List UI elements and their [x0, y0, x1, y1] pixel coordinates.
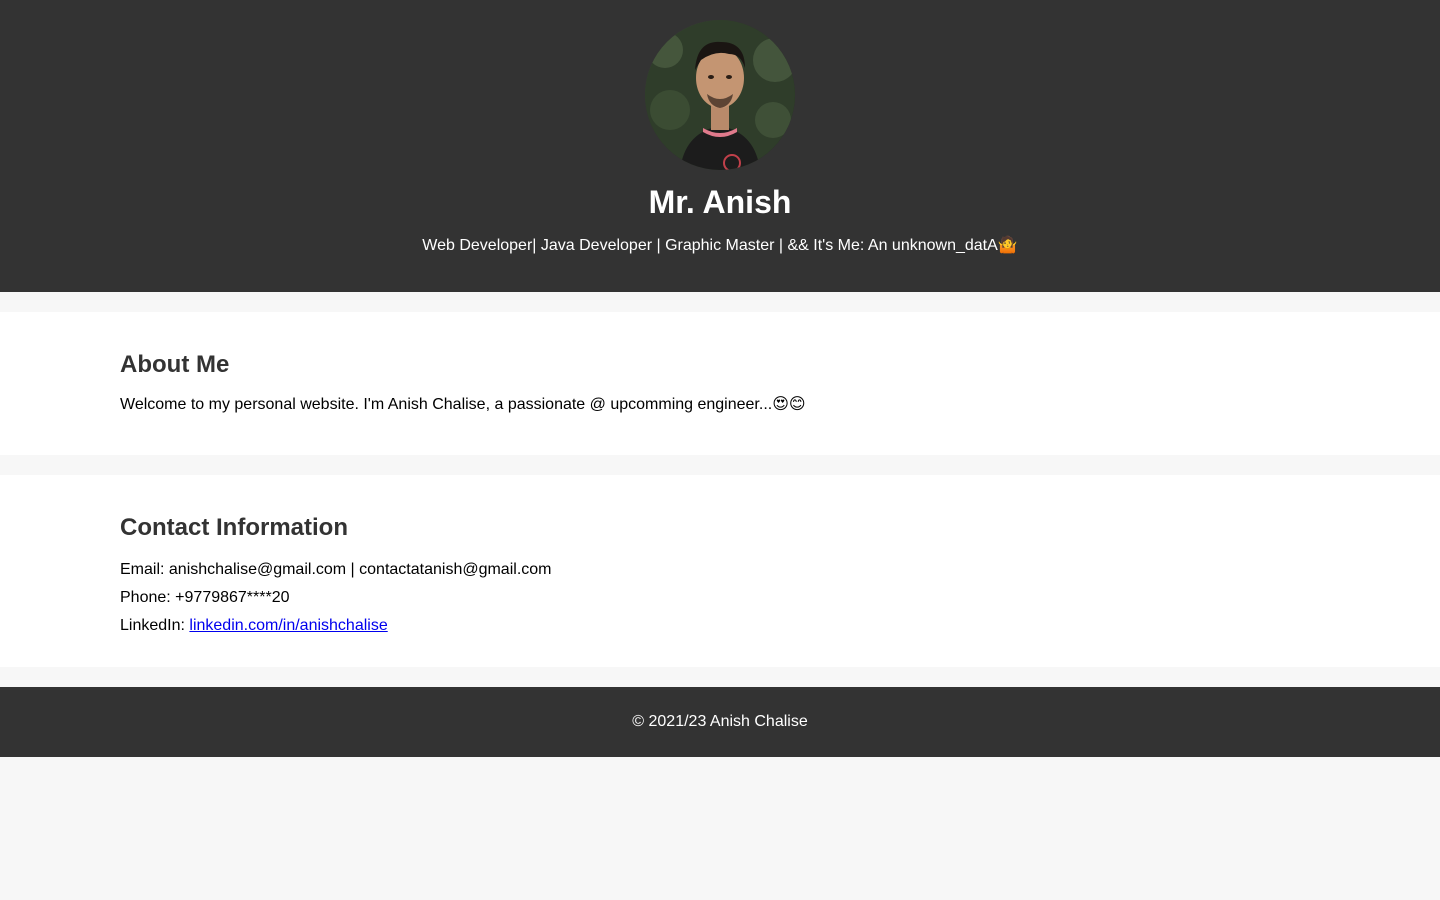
copyright-text: © 2021/23 Anish Chalise — [632, 713, 808, 730]
email-label: Email: — [120, 561, 165, 578]
avatar — [645, 20, 795, 170]
linkedin-link[interactable]: linkedin.com/in/anishchalise — [189, 617, 387, 634]
avatar-photo — [645, 20, 795, 170]
about-section: About Me Welcome to my personal website.… — [0, 312, 1440, 455]
site-header: Mr. Anish Web Developer| Java Developer … — [0, 0, 1440, 292]
email-value: anishchalise@gmail.com | contactatanish@… — [168, 561, 552, 578]
linkedin-label: LinkedIn: — [120, 617, 185, 634]
site-owner-name: Mr. Anish — [648, 184, 792, 220]
contact-section: Contact Information Email: anishchalise@… — [0, 475, 1440, 667]
contact-heading: Contact Information — [120, 514, 348, 541]
linkedin-line: LinkedIn: linkedin.com/in/anishchalise — [120, 612, 1320, 640]
phone-line: Phone: +9779867****20 — [120, 584, 1320, 612]
about-heading: About Me — [120, 351, 230, 378]
phone-label: Phone: — [120, 589, 171, 606]
about-text: Welcome to my personal website. I'm Anis… — [120, 396, 806, 413]
email-line: Email: anishchalise@gmail.com | contacta… — [120, 556, 1320, 584]
site-footer: © 2021/23 Anish Chalise — [0, 687, 1440, 757]
phone-value: +9779867****20 — [175, 589, 290, 606]
tagline: Web Developer| Java Developer | Graphic … — [422, 237, 1018, 254]
